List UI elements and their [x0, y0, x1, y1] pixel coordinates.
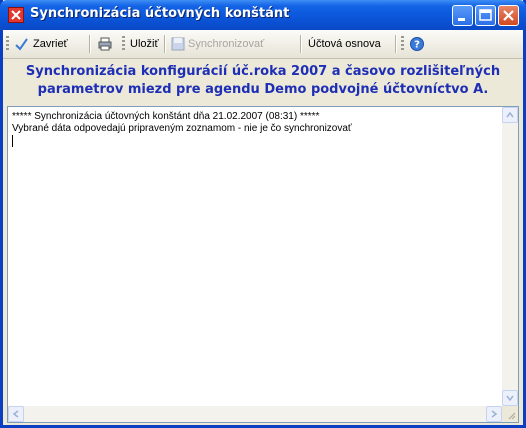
- toolbar: Zavrieť Uložiť Synchronizovať Účtová osn…: [3, 30, 523, 59]
- disk-icon: [171, 37, 185, 51]
- vertical-scrollbar[interactable]: [502, 107, 518, 406]
- chevron-left-icon: [12, 410, 19, 418]
- toolbar-grip[interactable]: [122, 36, 125, 52]
- resize-grip-corner[interactable]: [502, 406, 518, 422]
- chevron-down-icon: [506, 395, 514, 402]
- toolbar-separator: [300, 35, 302, 53]
- toolbar-grip[interactable]: [6, 36, 9, 52]
- chevron-right-icon: [491, 410, 498, 418]
- svg-text:?: ?: [414, 40, 420, 51]
- header-line-1: Synchronizácia konfigurácií úč.roka 2007…: [25, 64, 501, 79]
- log-content: ***** Synchronizácia účtovných konštánt …: [12, 111, 352, 147]
- chart-of-accounts-label: Účtová osnova: [308, 38, 381, 50]
- scroll-right-button[interactable]: [486, 406, 502, 422]
- scroll-down-button[interactable]: [502, 390, 518, 406]
- chevron-up-icon: [506, 111, 514, 118]
- chart-of-accounts-button[interactable]: Účtová osnova: [308, 34, 393, 54]
- log-line-2: Vybrané dáta odpovedajú pripraveným zozn…: [12, 123, 352, 134]
- sync-log-textarea[interactable]: ***** Synchronizácia účtovných konštánt …: [7, 106, 519, 423]
- save-button-label: Uložiť: [130, 38, 159, 50]
- minimize-button[interactable]: [452, 5, 473, 26]
- close-window-button[interactable]: [498, 5, 519, 26]
- close-button-label: Zavrieť: [33, 38, 68, 50]
- close-icon: [503, 10, 514, 21]
- toolbar-grip[interactable]: [401, 36, 404, 52]
- horizontal-scrollbar[interactable]: [8, 406, 502, 422]
- printer-icon: [98, 37, 112, 51]
- help-icon: ?: [410, 37, 424, 51]
- minimize-icon: [458, 18, 465, 21]
- log-line-1: ***** Synchronizácia účtovných konštánt …: [12, 111, 320, 122]
- help-button[interactable]: ?: [409, 34, 429, 54]
- resize-grip-icon: [508, 412, 516, 420]
- toolbar-separator: [164, 35, 166, 53]
- window-title: Synchronizácia účtovných konštánt: [30, 6, 290, 21]
- save-button[interactable]: Uložiť: [130, 34, 162, 54]
- app-window-icon[interactable]: [8, 7, 24, 23]
- print-button[interactable]: [97, 34, 117, 54]
- close-button[interactable]: Zavrieť: [13, 34, 87, 54]
- toolbar-separator: [395, 35, 397, 53]
- agenda-header: Synchronizácia konfigurácií úč.roka 2007…: [3, 59, 523, 105]
- maximize-icon: [479, 9, 492, 21]
- checkmark-icon: [15, 38, 28, 51]
- text-caret: [12, 135, 13, 147]
- maximize-button[interactable]: [475, 5, 496, 26]
- scroll-up-button[interactable]: [502, 107, 518, 123]
- toolbar-separator: [89, 35, 91, 53]
- scroll-left-button[interactable]: [8, 406, 24, 422]
- title-bar[interactable]: Synchronizácia účtovných konštánt: [0, 0, 526, 30]
- app-window: Synchronizácia účtovných konštánt Zavrie…: [0, 0, 526, 428]
- header-line-2: parametrov miezd pre agendu Demo podvojn…: [37, 82, 489, 97]
- synchronize-button[interactable]: Synchronizovať: [170, 34, 290, 54]
- synchronize-button-label: Synchronizovať: [188, 38, 265, 50]
